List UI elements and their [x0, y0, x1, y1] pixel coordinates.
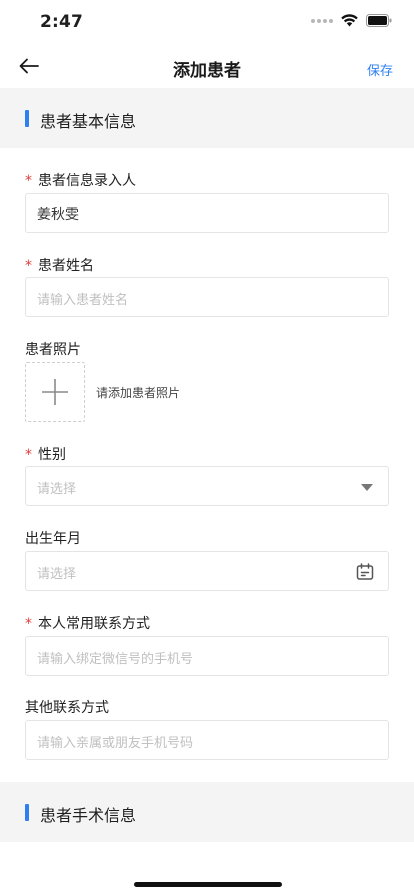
add-photo-button[interactable] [25, 362, 85, 422]
page-title: 添加患者 [173, 61, 241, 81]
birth-placeholder: 请选择 [37, 567, 77, 582]
recorder-value: 姜秋雯 [37, 207, 79, 223]
required-mark: * [25, 173, 32, 189]
birth-label: 出生年月 [25, 528, 81, 548]
birth-label-text: 出生年月 [25, 531, 81, 547]
name-field[interactable]: 请输入患者姓名 [25, 277, 389, 317]
required-mark: * [25, 616, 32, 632]
section-accent-bar [25, 804, 29, 821]
section-title: 患者基本信息 [40, 112, 137, 131]
plus-icon [42, 379, 68, 405]
photo-label: 患者照片 [25, 339, 81, 359]
gender-placeholder: 请选择 [37, 482, 77, 497]
recorder-label: * 患者信息录入人 [25, 170, 136, 190]
name-label-text: 患者姓名 [38, 258, 94, 274]
cellular-signal-icon [311, 18, 333, 23]
other-contact-label-text: 其他联系方式 [25, 700, 109, 716]
gender-label: * 性别 [25, 444, 66, 464]
calendar-icon [356, 563, 374, 580]
recorder-label-text: 患者信息录入人 [38, 173, 136, 189]
phone-placeholder: 请输入绑定微信号的手机号 [37, 652, 194, 667]
home-indicator [134, 882, 282, 887]
status-bar: 2:47 [0, 0, 414, 44]
recorder-field[interactable]: 姜秋雯 [25, 193, 389, 233]
birth-date-picker[interactable]: 请选择 [25, 551, 389, 591]
name-placeholder: 请输入患者姓名 [37, 293, 129, 308]
status-icons [311, 14, 392, 27]
photo-label-text: 患者照片 [25, 342, 81, 358]
section-accent-bar [25, 110, 29, 127]
status-time: 2:47 [40, 12, 84, 32]
photo-hint: 请添加患者照片 [96, 386, 181, 400]
wifi-icon [341, 14, 358, 27]
caret-down-icon [361, 484, 373, 491]
phone-label-text: 本人常用联系方式 [38, 616, 150, 632]
section-header-basic-info: 患者基本信息 [0, 88, 414, 148]
phone-field[interactable]: 请输入绑定微信号的手机号 [25, 636, 389, 676]
section-title: 患者手术信息 [40, 806, 137, 825]
phone-label: * 本人常用联系方式 [25, 613, 150, 633]
save-button[interactable]: 保存 [367, 60, 393, 79]
required-mark: * [25, 258, 32, 274]
other-contact-placeholder: 请输入亲属或朋友手机号码 [37, 736, 194, 751]
gender-select[interactable]: 请选择 [25, 466, 389, 506]
nav-bar: 添加患者 保存 [0, 44, 414, 88]
section-header-surgery-info: 患者手术信息 [0, 782, 414, 842]
required-mark: * [25, 447, 32, 463]
battery-icon [366, 14, 392, 27]
other-contact-label: 其他联系方式 [25, 697, 109, 717]
name-label: * 患者姓名 [25, 255, 94, 275]
other-contact-field[interactable]: 请输入亲属或朋友手机号码 [25, 720, 389, 760]
gender-label-text: 性别 [38, 447, 66, 463]
